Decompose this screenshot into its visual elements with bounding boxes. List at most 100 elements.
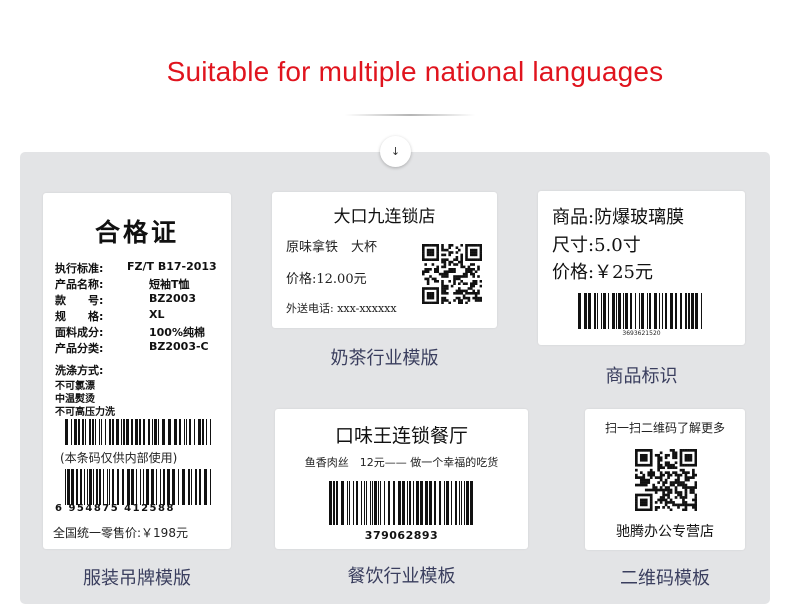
qr-module — [674, 471, 678, 474]
qr-module — [635, 453, 638, 457]
qr-module — [479, 251, 482, 254]
milk-tea-caption: 奶茶行业模版 — [330, 348, 439, 369]
qr-module — [667, 501, 670, 504]
qr-module — [674, 486, 678, 489]
qr-module — [682, 508, 685, 511]
qr-module — [443, 284, 447, 288]
qr-module — [453, 280, 456, 283]
qr-module — [422, 292, 425, 295]
qr-module — [431, 258, 435, 261]
qr-module — [682, 481, 685, 484]
qr-module — [694, 506, 697, 509]
qr-module — [431, 248, 435, 252]
qr-module — [635, 463, 638, 467]
spec-key: 款 号: — [55, 294, 104, 307]
barcode-bar — [95, 419, 96, 445]
qr-module — [692, 486, 695, 489]
qr-code-icon — [635, 449, 697, 511]
barcode-bar — [93, 469, 94, 505]
restaurant-label[interactable]: 口味王连锁餐厅 鱼香肉丝 12元—— 做一个幸福的吃货 379062893 — [275, 409, 528, 549]
qr-module — [422, 294, 425, 297]
qr-module — [426, 277, 430, 281]
qr-module — [448, 270, 451, 273]
qr-module — [446, 258, 449, 261]
qr-module — [467, 292, 471, 295]
qr-module — [647, 481, 651, 484]
barcode-bar — [96, 469, 98, 505]
barcode-bar — [635, 293, 636, 329]
page-title: Suitable for multiple national languages — [166, 56, 664, 87]
qr-module — [669, 466, 673, 470]
qr-module — [649, 501, 653, 504]
qr-module — [669, 473, 673, 477]
barcode-bar — [82, 419, 84, 445]
qr-module — [434, 287, 437, 290]
qr-module — [453, 282, 456, 285]
milk-tea-label[interactable]: 大口九连锁店 原味拿铁 大杯 价格:12.00元 外送电话: xxx-xxxxx… — [272, 192, 497, 328]
qr-module — [652, 486, 656, 489]
qr-module — [682, 503, 685, 507]
qr-module — [647, 478, 651, 482]
qr-module — [443, 260, 447, 264]
qr-module — [436, 292, 439, 295]
qr-module — [436, 289, 439, 293]
qr-module — [662, 506, 665, 509]
qr-module — [677, 481, 680, 484]
qr-module — [672, 483, 675, 487]
qr-module — [692, 471, 695, 474]
qr-module — [635, 449, 638, 452]
barcode-bar — [131, 419, 133, 445]
qr-module — [446, 248, 449, 252]
qr-module — [467, 287, 471, 290]
barcode-bar — [67, 469, 70, 505]
qr-module — [422, 248, 425, 252]
qr-module — [684, 449, 688, 452]
qr-module — [669, 481, 673, 484]
qr-module — [455, 246, 459, 249]
qr-module — [642, 503, 646, 507]
barcode-bar — [84, 469, 85, 505]
qr-module — [692, 498, 695, 502]
scroll-down-button[interactable]: ↓ — [380, 136, 411, 167]
qr-module — [654, 508, 658, 511]
qr-module — [672, 449, 675, 452]
qr-module — [669, 483, 673, 487]
product-id-label[interactable]: 商品:防爆玻璃膜 尺寸:5.0寸 价格:￥25元 3693621520 — [538, 191, 745, 345]
barcode-bar — [87, 469, 88, 505]
qr-module — [462, 294, 466, 297]
qr-module — [434, 280, 437, 283]
qr-module — [692, 463, 695, 467]
qr-module — [659, 498, 663, 502]
qr-module — [422, 246, 425, 249]
qr-module — [647, 471, 651, 474]
qr-module — [677, 473, 680, 477]
barcode-bar — [439, 481, 441, 525]
qr-module — [465, 296, 468, 300]
qr-module — [465, 301, 468, 304]
qr-module — [462, 265, 466, 269]
barcode-bar — [127, 469, 130, 505]
qr-module — [443, 292, 447, 295]
qr-module — [434, 244, 437, 247]
qr-template-label[interactable]: 扫一扫二维码了解更多 驰腾办公专营店 — [585, 409, 745, 550]
barcode-bar — [347, 481, 348, 525]
qr-module — [472, 280, 475, 283]
qr-module — [684, 456, 688, 460]
barcode-bar — [154, 419, 157, 445]
garment-tag-label[interactable]: 合格证 执行标准: FZ/T B17-2013 产品名称: 短袖T恤款 号: BZ200… — [43, 193, 231, 549]
store-name: 大口九连锁店 — [333, 207, 436, 227]
qr-module — [434, 270, 437, 273]
qr-module — [441, 248, 444, 252]
qr-module — [692, 491, 695, 494]
qr-module — [455, 292, 459, 295]
qr-module — [659, 456, 663, 460]
qr-module — [667, 461, 670, 465]
qr-module — [422, 299, 425, 302]
qr-module — [436, 299, 439, 302]
qr-code-icon — [422, 244, 482, 304]
qr-module — [687, 456, 690, 460]
qr-module — [662, 466, 665, 470]
qr-module — [472, 263, 475, 266]
barcode-bar — [195, 469, 197, 505]
qr-module — [654, 486, 658, 489]
